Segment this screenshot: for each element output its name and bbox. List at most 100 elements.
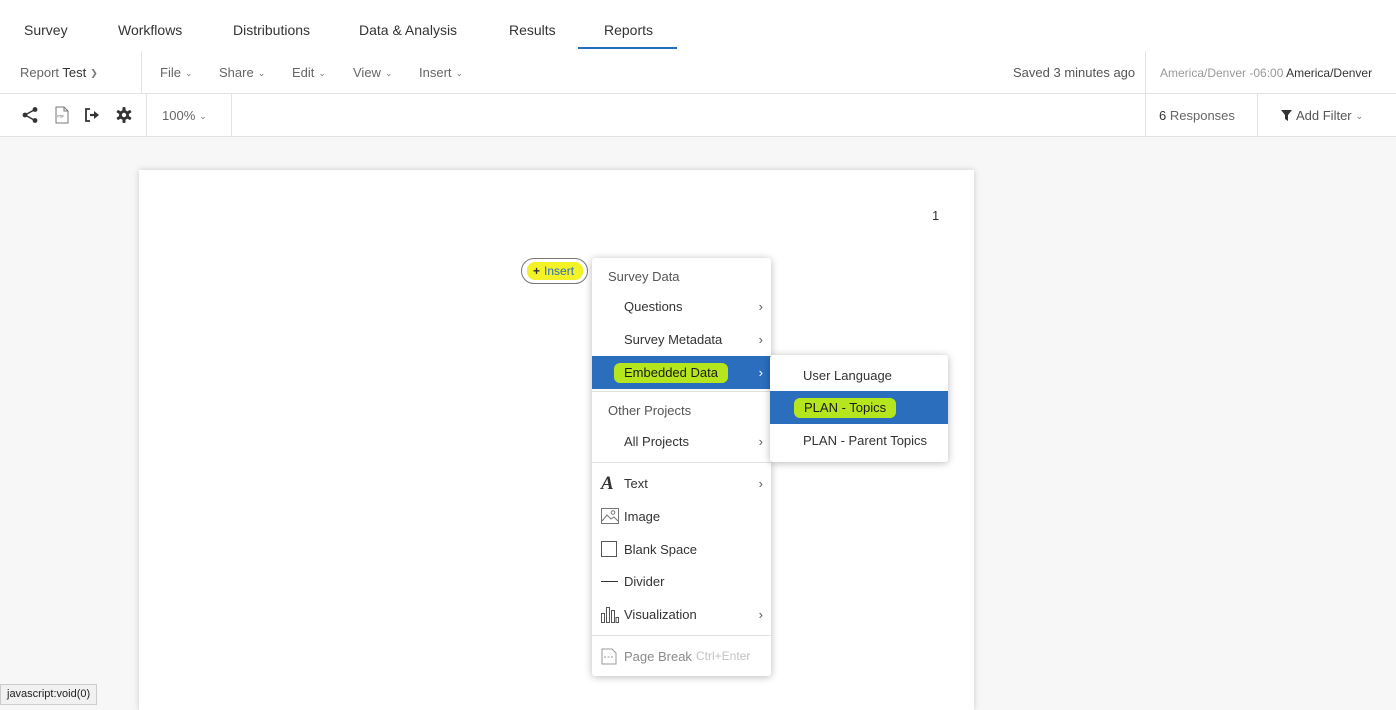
timezone-selector[interactable]: America/Denver -06:00 America/Denver (1160, 51, 1372, 93)
tab-survey[interactable]: Survey (24, 0, 68, 51)
add-filter-button[interactable]: Add Filter ⌄ (1281, 94, 1363, 136)
chevron-down-icon: ⌄ (318, 68, 326, 78)
menu-item-label: Divider (624, 574, 665, 589)
section-header-other-projects: Other Projects (608, 403, 692, 418)
chevron-right-icon: › (758, 476, 763, 491)
text-icon: A (601, 473, 614, 494)
submenu-item-plan-topics[interactable]: PLAN - Topics (770, 391, 948, 424)
page-break-icon (601, 648, 617, 665)
menu-item-visualization[interactable]: Visualization › (592, 598, 771, 631)
menu-item-label: Image (624, 509, 661, 524)
plus-icon: + (533, 264, 541, 278)
menu-item-page-break[interactable]: Page Break Ctrl+Enter (592, 640, 771, 673)
menu-item-label: Embedded Data (614, 356, 728, 389)
menu-item-label: Blank Space (624, 542, 697, 557)
insert-menu: Survey Data Questions › Survey Metadata … (592, 258, 771, 676)
share-icon[interactable] (21, 106, 39, 124)
submenu-item-user-language[interactable]: User Language (770, 359, 948, 392)
insert-button-content: + Insert (533, 264, 574, 278)
chevron-down-icon: ⌄ (455, 68, 464, 78)
menu-item-label: Text (624, 476, 648, 491)
menu-file[interactable]: File ⌄ (160, 51, 193, 93)
saved-status: Saved 3 minutes ago (1013, 65, 1136, 80)
report-selector[interactable]: Report Test ❯ (20, 51, 98, 93)
menu-divider (592, 635, 771, 636)
bar-chart-icon (601, 607, 619, 623)
submenu-item-plan-parent-topics[interactable]: PLAN - Parent Topics (770, 424, 948, 457)
menu-item-all-projects[interactable]: All Projects › (592, 425, 771, 458)
tab-distributions[interactable]: Distributions (233, 0, 310, 51)
menu-item-image[interactable]: Image (592, 500, 771, 533)
menu-item-survey-metadata[interactable]: Survey Metadata › (592, 323, 771, 356)
timezone-name: America/Denver (1286, 66, 1373, 80)
tab-reports[interactable]: Reports (604, 0, 653, 51)
chevron-right-icon: › (758, 332, 763, 347)
menu-view[interactable]: View ⌄ (353, 51, 393, 93)
pdf-icon[interactable]: PDF (53, 106, 71, 124)
responses-count: 6 Responses (1159, 94, 1235, 136)
export-icon[interactable] (83, 106, 101, 124)
chevron-down-icon: ⌄ (199, 111, 207, 121)
chevron-down-icon: ⌄ (257, 68, 266, 78)
menu-item-label: All Projects (624, 434, 690, 449)
chevron-down-icon: ⌄ (384, 68, 393, 78)
menu-insert[interactable]: Insert ⌄ (419, 51, 463, 93)
chevron-right-icon: › (758, 434, 763, 449)
image-icon (601, 508, 619, 524)
page-number: 1 (932, 208, 940, 223)
tab-results[interactable]: Results (509, 0, 556, 51)
divider (231, 94, 232, 136)
menu-share-label: Share (219, 65, 254, 80)
svg-text:PDF: PDF (57, 114, 65, 118)
tab-data-analysis[interactable]: Data & Analysis (359, 0, 457, 51)
tab-workflows[interactable]: Workflows (118, 0, 182, 51)
filter-icon (1281, 110, 1292, 121)
menu-share[interactable]: Share ⌄ (219, 51, 265, 93)
embedded-data-label: Embedded Data (614, 363, 728, 383)
top-navigation: Survey Workflows Distributions Data & An… (0, 0, 1396, 52)
divider (1257, 94, 1258, 136)
responses-label: Responses (1169, 108, 1235, 123)
menu-edit-label: Edit (292, 65, 315, 80)
gear-icon[interactable] (115, 106, 133, 124)
report-toolbar: PDF 100% ⌄ 6 Responses Add Filter ⌄ (0, 94, 1396, 137)
report-menubar: Report Test ❯ File ⌄ Share ⌄ Edit ⌄ View ⌄ In… (0, 51, 1396, 94)
blank-space-icon (601, 541, 617, 557)
page-break-shortcut: Ctrl+Enter (696, 649, 751, 663)
report-prefix: Report (20, 65, 60, 80)
divider (141, 51, 142, 93)
menu-item-embedded-data[interactable]: Embedded Data › (592, 356, 771, 389)
divider (146, 94, 147, 136)
responses-number: 6 (1159, 108, 1167, 123)
menu-item-label: Visualization (624, 607, 697, 622)
chevron-down-icon: ⌄ (1355, 111, 1364, 121)
divider-icon (601, 581, 618, 582)
timezone-offset: America/Denver -06:00 (1160, 66, 1284, 80)
menu-item-questions[interactable]: Questions › (592, 290, 771, 323)
menu-item-label: Survey Metadata (624, 332, 723, 347)
report-name: Test (62, 65, 87, 80)
menu-divider (592, 391, 771, 392)
chevron-down-icon: ❯ (90, 68, 98, 78)
menu-divider (592, 462, 771, 463)
divider (1145, 51, 1146, 93)
chevron-right-icon: › (758, 607, 763, 622)
menu-item-divider[interactable]: Divider (592, 565, 771, 598)
insert-button-label: Insert (544, 264, 575, 278)
menu-insert-label: Insert (419, 65, 452, 80)
insert-button[interactable]: + Insert (521, 258, 588, 284)
menu-item-label: Page Break (624, 649, 692, 664)
chevron-right-icon: › (758, 299, 763, 314)
embedded-data-submenu: User Language PLAN - Topics PLAN - Paren… (770, 355, 948, 462)
menu-item-blank-space[interactable]: Blank Space (592, 533, 771, 566)
chevron-down-icon: ⌄ (184, 68, 193, 78)
chevron-right-icon: › (758, 365, 763, 380)
divider (1145, 94, 1146, 136)
zoom-selector[interactable]: 100% ⌄ (162, 94, 207, 136)
menu-item-text[interactable]: A Text › (592, 467, 771, 500)
submenu-item-label: User Language (803, 368, 892, 383)
menu-file-label: File (160, 65, 181, 80)
browser-status-bar: javascript:void(0) (0, 684, 98, 705)
menu-edit[interactable]: Edit ⌄ (292, 51, 326, 93)
plan-topics-label: PLAN - Topics (794, 398, 897, 418)
